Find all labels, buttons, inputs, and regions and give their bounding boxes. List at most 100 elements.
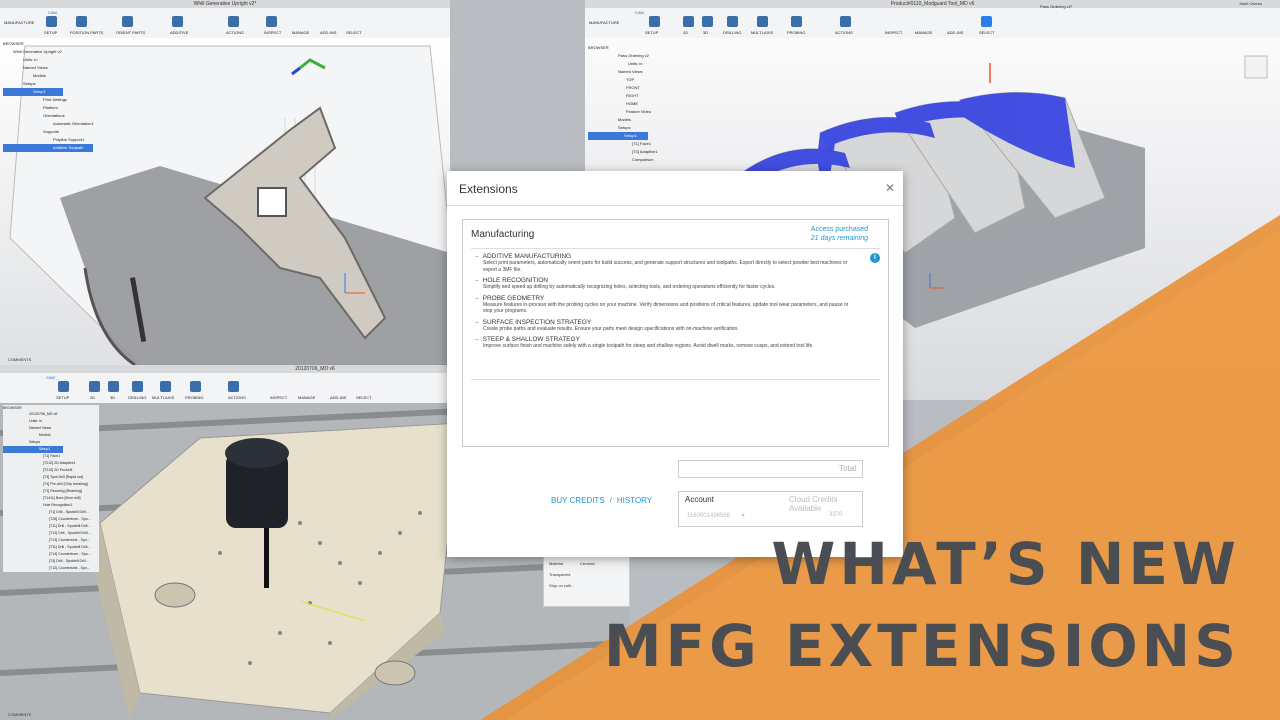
browser-comparison[interactable]: Comparison	[588, 156, 688, 164]
browser-root[interactable]: Pass Ordering v2	[588, 52, 688, 60]
browser-row[interactable]: Units: in	[3, 418, 99, 425]
drilling-icon[interactable]	[727, 16, 738, 27]
browser-row[interactable]: [T3] Spot Drill [Rapid out]	[3, 474, 99, 481]
toolbar-position-parts[interactable]: POSITION PARTS	[70, 30, 103, 35]
actions-icon[interactable]	[228, 16, 239, 27]
browser-row[interactable]: [T1] Reaming [Reaming]	[3, 488, 99, 495]
tab-cam[interactable]: CAM	[46, 375, 55, 380]
drilling-icon[interactable]	[132, 381, 143, 392]
browser-row[interactable]: Setup1	[3, 446, 63, 453]
toolbar-actions[interactable]: ACTIONS	[226, 30, 244, 35]
toolbar-2d[interactable]: 2D	[683, 30, 688, 35]
3d-icon[interactable]	[702, 16, 713, 27]
extension-item[interactable]: – ADDITIVE MANUFACTURING Select print par…	[475, 253, 855, 273]
browser-orientations[interactable]: Orientations	[3, 112, 103, 120]
browser-row[interactable]: [T1] Face1	[3, 453, 99, 460]
browser-row[interactable]: [T12] Drill - Spotdrill Drill...	[3, 530, 99, 537]
actions-icon[interactable]	[228, 381, 239, 392]
tab-cam[interactable]: CAM	[635, 10, 644, 15]
comments-panel[interactable]: COMMENTS	[8, 357, 31, 362]
inspect-icon[interactable]	[266, 16, 277, 27]
toolbar-drilling[interactable]: DRILLING	[723, 30, 741, 35]
browser-row[interactable]: [T210] 2D Adaptive1	[3, 460, 99, 467]
browser-setup1[interactable]: Setup1	[588, 132, 648, 140]
3d-icon[interactable]	[108, 381, 119, 392]
toolbar-actions[interactable]: ACTIONS	[228, 395, 246, 400]
browser-additive-toolpath[interactable]: Additive Toolpath	[3, 144, 93, 152]
browser-view-top[interactable]: TOP	[588, 76, 688, 84]
browser-polyline-support[interactable]: Polyline Support1	[3, 136, 103, 144]
browser-row[interactable]: [T11] Drill - Spotdrill Drill...	[3, 544, 99, 551]
transparent-label[interactable]: Transparent	[549, 572, 570, 577]
2d-icon[interactable]	[683, 16, 694, 27]
toolbar-select[interactable]: SELECT	[346, 30, 362, 35]
browser-row[interactable]: 20120706_MD v6	[3, 411, 99, 418]
browser-row[interactable]: [T4] Pre-drill [Chip breaking]	[3, 481, 99, 488]
browser-face1[interactable]: [T1] Face1	[588, 140, 688, 148]
toolbar-manage[interactable]: MANAGE	[292, 30, 309, 35]
probing-icon[interactable]	[190, 381, 201, 392]
browser-row[interactable]: [T13] Countersink - Spo...	[3, 537, 99, 544]
toolbar-setup[interactable]: SETUP	[56, 395, 69, 400]
stop-on-collision-label[interactable]: Stop on colli...	[549, 583, 574, 588]
close-icon[interactable]: ✕	[885, 181, 895, 195]
browser-setups[interactable]: Setups	[588, 124, 688, 132]
toolbar-select[interactable]: SELECT	[356, 395, 372, 400]
browser-view-right[interactable]: RIGHT	[588, 92, 688, 100]
browser-row[interactable]: [T14] Counterbore - Spo...	[3, 551, 99, 558]
toolbar-add-ins[interactable]: ADD-INS	[947, 30, 963, 35]
toolbar-multi-axis[interactable]: MULTI-AXIS	[152, 395, 174, 400]
browser-supports[interactable]: Supports	[3, 128, 103, 136]
toolbar-2d[interactable]: 2D	[90, 395, 95, 400]
browser-setup1[interactable]: Setup1	[3, 88, 63, 96]
browser-view-front[interactable]: FRONT	[588, 84, 688, 92]
tab-cam[interactable]: CAM	[48, 10, 57, 15]
toolbar-inspect[interactable]: INSPECT	[270, 395, 287, 400]
setup-icon[interactable]	[649, 16, 660, 27]
browser-row[interactable]: [T4] Drill - Spotdrill Drill...	[3, 558, 99, 565]
orient-parts-icon[interactable]	[122, 16, 133, 27]
toolbar-setup[interactable]: SETUP	[645, 30, 658, 35]
browser-row[interactable]: [T12] Countersink - Spo...	[3, 565, 99, 572]
toolbar-add-ins[interactable]: ADD-INS	[330, 395, 346, 400]
browser-row[interactable]: [T1] Drill - Spotdrill Drill...	[3, 509, 99, 516]
browser-models[interactable]: Models	[588, 116, 688, 124]
multi-axis-icon[interactable]	[160, 381, 171, 392]
browser-named-views[interactable]: Named Views	[588, 68, 688, 76]
toolbar-select[interactable]: SELECT	[979, 30, 995, 35]
toolbar-orient-parts[interactable]: ORIENT PARTS	[116, 30, 145, 35]
toolbar-additive[interactable]: ADDITIVE	[170, 30, 188, 35]
browser-row[interactable]: Named Views	[3, 425, 99, 432]
browser-row[interactable]: Hole Recognition1	[3, 502, 99, 509]
browser-auto-orientation[interactable]: Automatic Orientation1	[3, 120, 103, 128]
browser-setups[interactable]: Setups	[3, 80, 103, 88]
toolbar-setup[interactable]: SETUP	[44, 30, 57, 35]
browser-row[interactable]: [T1411] Bore [Bore mill]	[3, 495, 99, 502]
browser-row[interactable]: [T210] 2D Pocket1	[3, 467, 99, 474]
account-select[interactable]: 1160001436586 ▾	[687, 512, 745, 519]
buy-credits-link[interactable]: BUY CREDITS	[551, 496, 605, 505]
multi-axis-icon[interactable]	[757, 16, 768, 27]
info-icon[interactable]: i	[870, 253, 880, 263]
browser-named-views[interactable]: Named Views	[3, 64, 103, 72]
comments-panel[interactable]: COMMENTS	[8, 712, 31, 717]
toolbar-drilling[interactable]: DRILLING	[128, 395, 146, 400]
history-link[interactable]: HISTORY	[617, 496, 652, 505]
browser-view-home[interactable]: HOME	[588, 100, 688, 108]
browser-row[interactable]: [T11] Drill - Spotdrill Drill...	[3, 523, 99, 530]
browser-units[interactable]: Units: in	[3, 56, 103, 64]
browser-row[interactable]: Setups	[3, 439, 99, 446]
probing-icon[interactable]	[791, 16, 802, 27]
toolbar-probing[interactable]: PROBING	[185, 395, 203, 400]
toolbar-inspect[interactable]: INSPECT	[264, 30, 281, 35]
additive-icon[interactable]	[172, 16, 183, 27]
browser-root[interactable]: Whill Generative Upright v2	[3, 48, 103, 56]
browser-models[interactable]: Models	[3, 72, 103, 80]
toolbar-3d[interactable]: 3D	[703, 30, 708, 35]
toolbar-multi-axis[interactable]: MULTI-AXIS	[751, 30, 773, 35]
user-name[interactable]: Marti Owens	[1240, 1, 1262, 6]
workspace-switcher[interactable]: MANUFACTURE	[4, 20, 34, 25]
material-value[interactable]: Ceramic	[580, 561, 595, 566]
browser-feature-video[interactable]: Feature Video	[588, 108, 688, 116]
browser-print-settings[interactable]: Print Settings	[3, 96, 103, 104]
